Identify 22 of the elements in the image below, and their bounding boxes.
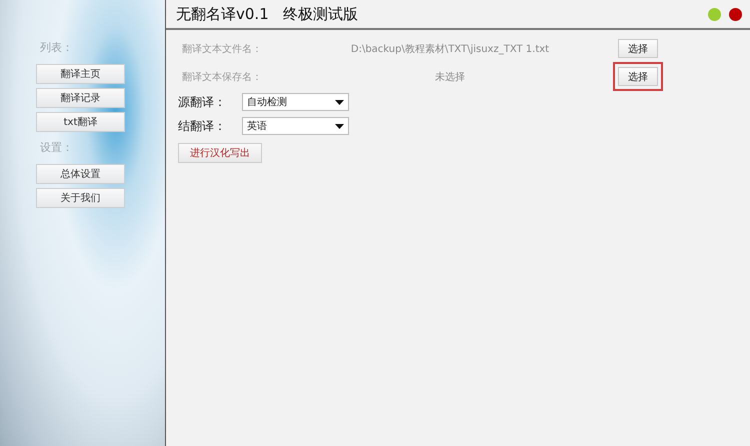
dropdown[interactable]: 自动检测: [242, 93, 349, 111]
sidebar-button[interactable]: 关于我们: [36, 188, 125, 208]
window-control-button[interactable]: [729, 8, 742, 20]
select-button[interactable]: 选择: [618, 39, 658, 58]
select-button[interactable]: 选择: [618, 67, 658, 86]
section-heading: 列表：: [39, 40, 74, 56]
caret-icon: [335, 124, 344, 128]
caret-icon: [335, 100, 344, 104]
field-label: 源翻译：: [178, 94, 227, 110]
dropdown[interactable]: 英语: [242, 117, 349, 135]
file-path: D:\backup\教程素材\TXT\jisuxz_TXT 1.txt: [350, 42, 550, 56]
file-path: 未选择: [434, 70, 466, 84]
field-label: 翻译文本文件名：: [181, 42, 263, 56]
sidebar-button[interactable]: txt翻译: [36, 112, 125, 132]
sidebar-button[interactable]: 翻译记录: [36, 88, 125, 108]
write-out-button[interactable]: 进行汉化写出: [178, 143, 262, 163]
sidebar-button[interactable]: 翻译主页: [36, 64, 125, 84]
field-label: 结翻译：: [178, 118, 227, 134]
window-title: 无翻名译v0.1 终极测试版: [176, 4, 358, 24]
sidebar-button[interactable]: 总体设置: [36, 164, 125, 184]
field-label: 翻译文本保存名：: [181, 70, 263, 84]
section-heading: 设置：: [39, 140, 74, 156]
